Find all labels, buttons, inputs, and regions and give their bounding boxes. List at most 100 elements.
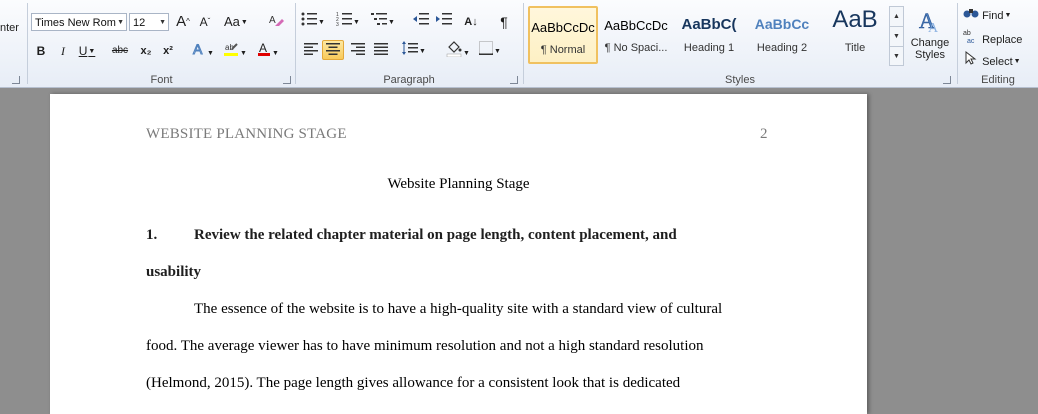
style-sample: AaBbCc — [754, 16, 810, 32]
clear-formatting-icon: A — [269, 15, 284, 26]
change-styles-label: Change Styles — [910, 37, 950, 61]
align-center-button[interactable] — [322, 40, 344, 60]
line-spacing-button[interactable]: ▼ — [402, 41, 426, 61]
align-left-icon — [304, 43, 318, 55]
document-page[interactable]: WEBSITE PLANNING STAGE 2 Website Plannin… — [50, 94, 867, 414]
document-area[interactable]: WEBSITE PLANNING STAGE 2 Website Plannin… — [0, 88, 1038, 414]
multilevel-list-button[interactable]: ▼ — [371, 12, 395, 32]
paragraph-group-label: Paragraph — [383, 74, 435, 86]
style-name: Heading 1 — [683, 42, 735, 54]
find-button[interactable]: Find▼ — [963, 7, 1011, 23]
style-title[interactable]: AaB Title — [820, 6, 890, 64]
underline-icon: U — [78, 44, 88, 58]
subscript-button[interactable]: x₂ — [136, 41, 156, 61]
font-color-button[interactable]: A ▼ — [257, 41, 279, 61]
paragraph-dialog-launcher[interactable] — [510, 76, 518, 84]
grow-font-button[interactable]: A^ — [173, 12, 193, 32]
text-effects-button[interactable]: A ▼ — [192, 41, 214, 61]
superscript-button[interactable]: x² — [158, 41, 178, 61]
find-label: Find — [982, 10, 1004, 22]
change-case-button[interactable]: Aa▼ — [224, 12, 248, 32]
svg-text:ac: ac — [967, 38, 975, 43]
replace-label: Replace — [982, 34, 1023, 46]
align-right-button[interactable] — [348, 41, 368, 61]
subscript-icon: x₂ — [140, 45, 152, 57]
scroll-down-icon[interactable]: ▼ — [890, 27, 903, 47]
bullets-button[interactable]: ▼ — [301, 12, 325, 32]
shrink-font-icon: A — [199, 15, 208, 29]
styles-dialog-launcher[interactable] — [943, 76, 951, 84]
style-heading-1[interactable]: AaBbC( Heading 1 — [674, 6, 744, 64]
style-sample: AaBbCcDc — [531, 20, 595, 35]
show-formatting-marks-button[interactable]: ¶ — [494, 12, 514, 32]
highlight-color-button[interactable]: ab ▼ — [223, 41, 247, 61]
more-styles-icon[interactable]: ▼ — [890, 47, 903, 66]
select-label: Select — [982, 56, 1013, 68]
clear-formatting-button[interactable]: A — [266, 12, 286, 32]
running-header: WEBSITE PLANNING STAGE — [146, 126, 347, 142]
select-button[interactable]: Select▼ — [963, 50, 1021, 68]
question-number: 1. — [146, 227, 158, 243]
scroll-up-icon[interactable]: ▲ — [890, 7, 903, 27]
svg-text:ab: ab — [963, 30, 971, 37]
cursor-icon — [965, 50, 977, 65]
sort-icon: A↓ — [464, 16, 478, 28]
svg-text:3: 3 — [336, 22, 339, 26]
increase-indent-button[interactable] — [434, 12, 454, 32]
justify-icon — [374, 43, 388, 55]
ribbon: nter Times New Rom ▼ 12 ▼ A^ Aˇ Aa▼ A B … — [0, 0, 1038, 88]
borders-button[interactable]: ▼ — [479, 41, 501, 61]
align-center-icon — [326, 43, 340, 55]
svg-text:A: A — [928, 21, 939, 34]
clipboard-group: nter — [0, 0, 27, 87]
highlighter-icon: ab — [224, 43, 238, 56]
numbering-icon: 123 — [336, 12, 352, 28]
styles-gallery-scroll[interactable]: ▲ ▼ ▼ — [889, 6, 904, 66]
style-name: ¶ No Spaci... — [604, 42, 668, 54]
font-name-value: Times New Rom — [35, 17, 116, 29]
style-sample: AaBbCcDc — [604, 18, 668, 33]
font-dialog-launcher[interactable] — [283, 76, 291, 84]
style-no-spacing[interactable]: AaBbCcDc ¶ No Spaci... — [601, 6, 671, 64]
sort-button[interactable]: A↓ — [461, 12, 481, 32]
decrease-indent-icon — [413, 13, 429, 25]
borders-icon — [479, 41, 493, 55]
font-size-value: 12 — [133, 17, 146, 29]
align-left-button[interactable] — [301, 41, 321, 61]
format-painter-label[interactable]: nter — [0, 22, 19, 34]
chevron-down-icon: ▼ — [117, 19, 124, 26]
shading-button[interactable]: ▼ — [446, 41, 470, 61]
paragraph-group: ▼ 1 2 3 ▼ ▼ A↓ ¶ ▼ ▼ ▼ Paragraph — [296, 0, 522, 87]
font-color-icon: A — [258, 41, 270, 56]
superscript-icon: x² — [163, 45, 173, 57]
style-name: Title — [844, 42, 866, 54]
change-styles-icon: AA — [919, 8, 939, 36]
increase-indent-icon — [436, 13, 452, 25]
clipboard-dialog-launcher[interactable] — [12, 76, 20, 84]
italic-button[interactable]: I — [53, 41, 73, 61]
editing-group: Find▼ ab ac Replace Select▼ Editing — [958, 0, 1038, 87]
pilcrow-icon: ¶ — [500, 14, 508, 30]
bold-button[interactable]: B — [31, 41, 51, 61]
strikethrough-button[interactable]: abc — [110, 41, 130, 61]
underline-button[interactable]: U▼ — [77, 41, 97, 61]
styles-gallery: AaBbCcDc ¶ Normal AaBbCcDc ¶ No Spaci...… — [528, 6, 888, 66]
style-normal[interactable]: AaBbCcDc ¶ Normal — [528, 6, 598, 64]
decrease-indent-button[interactable] — [411, 12, 431, 32]
question-heading-continued: usability — [146, 264, 202, 280]
font-name-dropdown[interactable]: Times New Rom ▼ — [31, 13, 127, 31]
font-size-dropdown[interactable]: 12 ▼ — [129, 13, 169, 31]
styles-group-label: Styles — [725, 74, 755, 86]
style-heading-2[interactable]: AaBbCc Heading 2 — [747, 6, 817, 64]
justify-button[interactable] — [371, 41, 391, 61]
font-group-label: Font — [150, 74, 173, 86]
shrink-font-button[interactable]: Aˇ — [195, 12, 215, 32]
svg-text:A: A — [193, 41, 203, 57]
paragraph-line: food. The average viewer has to have min… — [146, 338, 704, 354]
numbering-button[interactable]: 1 2 3 ▼ — [336, 12, 360, 32]
text-effects-icon: A — [193, 41, 204, 58]
change-styles-button[interactable]: AA Change Styles — [906, 6, 954, 70]
binoculars-icon — [963, 9, 979, 18]
font-group: Times New Rom ▼ 12 ▼ A^ Aˇ Aa▼ A B I U▼ … — [28, 0, 295, 87]
replace-button[interactable]: ab ac Replace — [963, 29, 1023, 46]
